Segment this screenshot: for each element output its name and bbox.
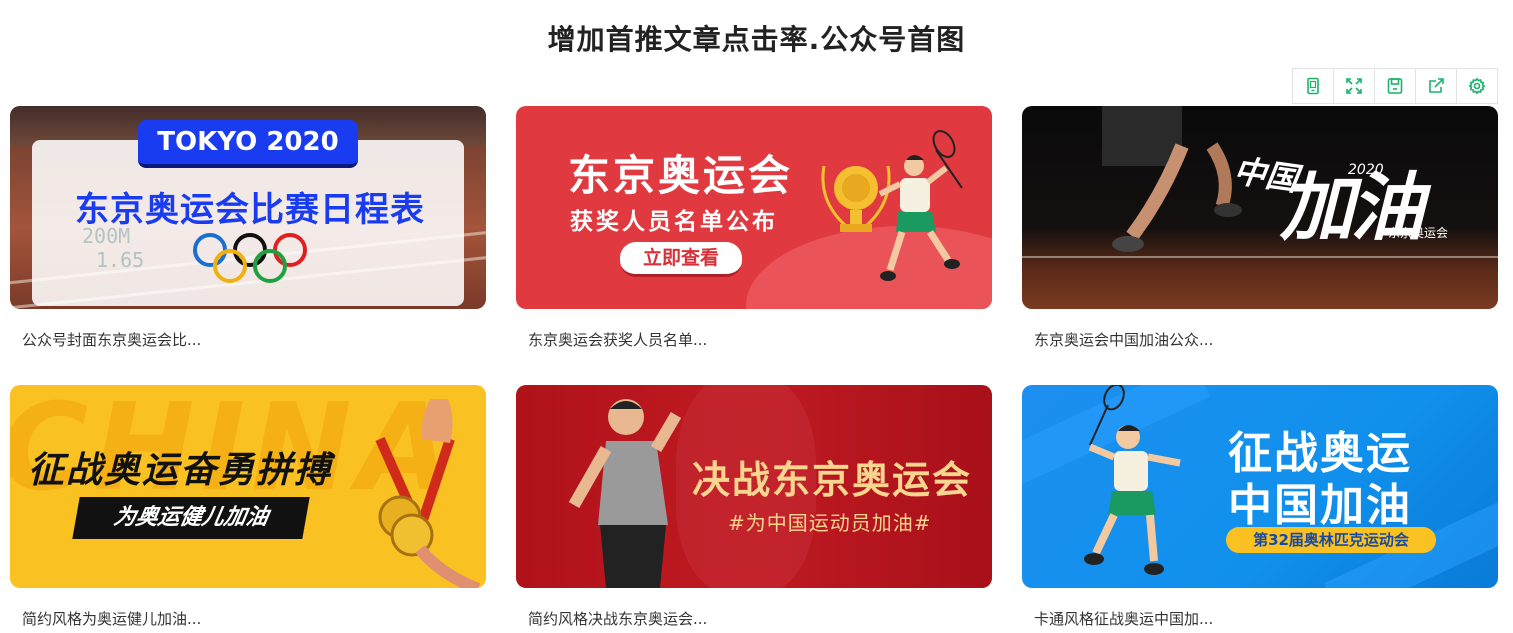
card-sub-text: 东京奥运会 (1388, 226, 1449, 240)
card-headline: 东京奥运会 (568, 151, 794, 200)
card-caption[interactable]: 卡通风格征战奥运中国加... (1022, 608, 1498, 629)
fullscreen-button[interactable] (1334, 69, 1375, 103)
toolbar (1292, 68, 1498, 104)
mobile-preview-button[interactable] (1293, 69, 1334, 103)
card-caption[interactable]: 简约风格为奥运健儿加油... (10, 608, 486, 629)
badminton-player-illustration (1084, 385, 1181, 575)
template-thumbnail[interactable]: 决战东京奥运会 #为中国运动员加油# (516, 385, 992, 588)
template-thumbnail[interactable]: 东京奥运会 获奖人员名单公布 立即查看 (516, 106, 992, 309)
settings-button[interactable] (1457, 69, 1497, 103)
card-line-2: 中国加油 (1228, 480, 1412, 531)
template-thumbnail[interactable]: TOKYO 2020 东京奥运会比赛日程表 200M 1.65 (10, 106, 486, 309)
olympic-rings-icon (193, 233, 307, 283)
card-year: 2020 (1348, 162, 1384, 178)
card-subtitle: #为中国运动员加油# (728, 511, 932, 535)
page-title: 增加首推文章点击率.公众号首图 (547, 23, 966, 56)
card-caption[interactable]: 东京奥运会中国加油公众... (1022, 329, 1498, 350)
share-button[interactable] (1416, 69, 1457, 103)
expand-icon (1346, 78, 1362, 94)
phone-icon (1307, 77, 1319, 95)
card-caption[interactable]: 东京奥运会获奖人员名单... (516, 329, 992, 350)
badminton-player-illustration (878, 130, 963, 281)
card-subtitle: 为奥运健儿加油 (72, 497, 310, 539)
card-badge: 第32届奥林匹克运动会 (1226, 527, 1436, 553)
save-icon (1387, 78, 1403, 94)
view-now-button: 立即查看 (620, 242, 742, 277)
gold-medals-illustration (375, 399, 481, 588)
template-card[interactable]: 中国 加油 2020 东京奥运会 东京奥运会中国加油公众... (1022, 106, 1498, 350)
template-thumbnail[interactable]: 征战奥运 中国加油 第32届奥林匹克运动会 (1022, 385, 1498, 588)
track-time-text: 1.65 (96, 248, 145, 272)
template-card[interactable]: 征战奥运 中国加油 第32届奥林匹克运动会 卡通风格征战奥运中国加... (1022, 385, 1498, 629)
template-card[interactable]: 决战东京奥运会 #为中国运动员加油# 简约风格决战东京奥运会... (516, 385, 992, 629)
share-icon (1429, 78, 1444, 93)
template-card[interactable]: CHINA 征战奥运奋勇拼搏 为奥运健儿加油 简约风格为奥运健儿加油... (10, 385, 486, 629)
card-caption[interactable]: 公众号封面东京奥运会比... (10, 329, 486, 350)
settings-icon (1468, 77, 1486, 95)
template-card[interactable]: 东京奥运会 获奖人员名单公布 立即查看 东京奥运会获奖人员名单... (516, 106, 992, 350)
template-thumbnail[interactable]: CHINA 征战奥运奋勇拼搏 为奥运健儿加油 (10, 385, 486, 588)
card-headline: 决战东京奥运会 (692, 457, 973, 502)
card-headline: 征战奥运奋勇拼搏 (28, 450, 333, 491)
template-thumbnail[interactable]: 中国 加油 2020 东京奥运会 (1022, 106, 1498, 309)
event-banner: TOKYO 2020 (138, 120, 358, 168)
save-button[interactable] (1375, 69, 1416, 103)
runner-legs-illustration (1112, 142, 1242, 252)
card-caption[interactable]: 简约风格决战东京奥运会... (516, 608, 992, 629)
template-card[interactable]: TOKYO 2020 东京奥运会比赛日程表 200M 1.65 公众号封面东京奥… (10, 106, 486, 350)
track-distance-text: 200M (82, 224, 131, 248)
card-subtitle: 获奖人员名单公布 (570, 209, 778, 235)
